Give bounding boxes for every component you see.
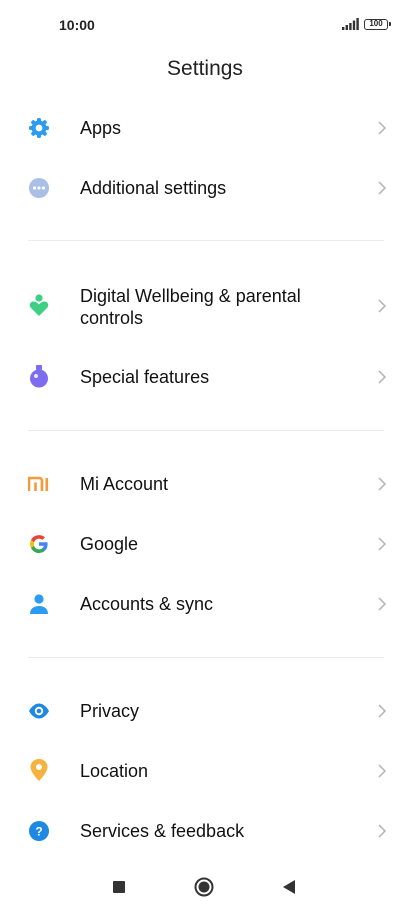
section-divider bbox=[28, 430, 384, 431]
eye-icon bbox=[28, 700, 50, 722]
square-icon bbox=[113, 881, 125, 893]
back-button[interactable] bbox=[278, 876, 300, 898]
chevron-right-icon bbox=[378, 824, 387, 838]
mi-logo-icon bbox=[28, 473, 50, 495]
settings-item-location[interactable]: Location bbox=[0, 751, 410, 791]
chevron-right-icon bbox=[378, 477, 387, 491]
signal-icon bbox=[342, 18, 359, 30]
settings-item-label: Accounts & sync bbox=[80, 594, 214, 614]
chevron-right-icon bbox=[378, 299, 387, 313]
google-logo-icon bbox=[28, 533, 50, 555]
gear-icon bbox=[28, 117, 50, 139]
status-time: 10:00 bbox=[59, 17, 95, 33]
chevron-right-icon bbox=[378, 181, 387, 195]
location-pin-icon bbox=[28, 759, 50, 781]
chevron-right-icon bbox=[378, 704, 387, 718]
page-title: Settings bbox=[167, 57, 243, 80]
recents-button[interactable] bbox=[108, 876, 130, 898]
settings-item-services-feedback[interactable]: ? Services & feedback bbox=[0, 811, 410, 851]
settings-item-privacy[interactable]: Privacy bbox=[0, 691, 410, 731]
chevron-right-icon bbox=[378, 597, 387, 611]
chevron-right-icon bbox=[378, 370, 387, 384]
settings-item-special-features[interactable]: Special features bbox=[0, 357, 410, 397]
chevron-right-icon bbox=[378, 121, 387, 135]
settings-item-label: Location bbox=[80, 761, 149, 781]
settings-item-label: Privacy bbox=[80, 701, 140, 721]
settings-item-label: Digital Wellbeing & parental controls bbox=[80, 286, 301, 328]
flask-icon bbox=[28, 365, 50, 388]
settings-item-label: Mi Account bbox=[80, 474, 169, 494]
home-button[interactable] bbox=[193, 876, 215, 898]
help-icon: ? bbox=[28, 820, 50, 842]
status-bar: 10:00 100 bbox=[0, 0, 410, 50]
settings-item-label: Special features bbox=[80, 367, 210, 387]
settings-item-apps[interactable]: Apps bbox=[0, 108, 410, 148]
circle-icon bbox=[194, 877, 214, 897]
settings-item-digital-wellbeing[interactable]: Digital Wellbeing & parental controls bbox=[0, 284, 410, 330]
section-divider bbox=[28, 657, 384, 658]
settings-item-label: Apps bbox=[80, 118, 122, 138]
battery-icon: 100 bbox=[364, 19, 391, 30]
settings-item-google[interactable]: Google bbox=[0, 524, 410, 564]
settings-item-label: Additional settings bbox=[80, 178, 227, 198]
chevron-right-icon bbox=[378, 764, 387, 778]
svg-text:?: ? bbox=[35, 825, 42, 839]
more-dots-icon bbox=[28, 177, 50, 199]
settings-item-label: Services & feedback bbox=[80, 821, 245, 841]
settings-item-additional-settings[interactable]: Additional settings bbox=[0, 168, 410, 208]
settings-item-accounts-sync[interactable]: Accounts & sync bbox=[0, 584, 410, 624]
back-triangle-icon bbox=[283, 880, 295, 894]
wellbeing-heart-icon bbox=[28, 294, 50, 317]
battery-level: 100 bbox=[369, 19, 383, 28]
settings-item-mi-account[interactable]: Mi Account bbox=[0, 464, 410, 504]
section-divider bbox=[28, 240, 384, 241]
navigation-bar bbox=[0, 862, 410, 911]
person-icon bbox=[28, 593, 50, 615]
chevron-right-icon bbox=[378, 537, 387, 551]
settings-item-label: Google bbox=[80, 534, 139, 554]
